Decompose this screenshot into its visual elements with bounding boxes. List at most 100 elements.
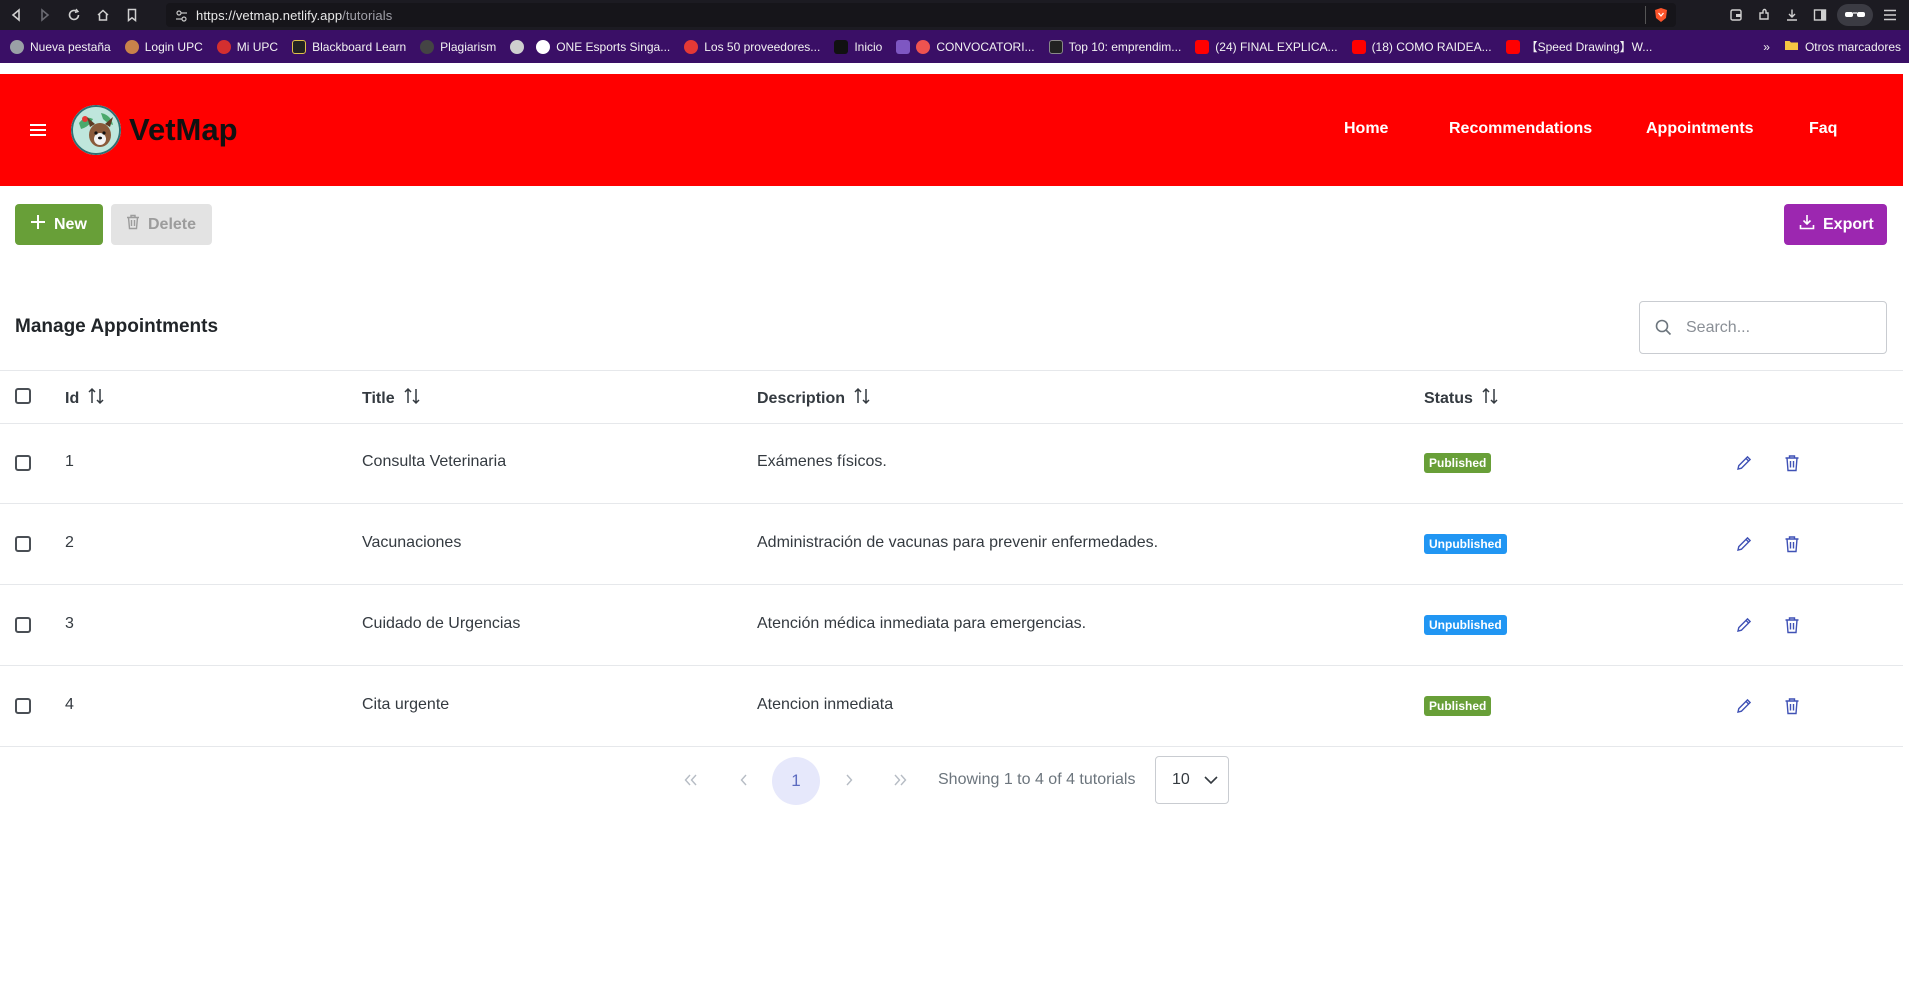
edit-icon[interactable] — [1733, 614, 1755, 636]
delete-row-icon[interactable] — [1781, 695, 1803, 717]
row-checkbox[interactable] — [15, 698, 31, 714]
sort-icon — [853, 387, 871, 410]
cell-description: Administración de vacunas para prevenir … — [757, 534, 1159, 551]
bookmark-item[interactable]: Login UPC — [124, 39, 203, 54]
bookmark-label: (18) COMO RAIDEA... — [1371, 39, 1492, 54]
table-row: 1 Consulta Veterinaria Exámenes físicos.… — [0, 423, 1903, 504]
bookmark-item[interactable]: (24) FINAL EXPLICA... — [1195, 39, 1338, 54]
bookmark-item[interactable] — [896, 39, 911, 54]
vetmap-logo[interactable] — [71, 105, 121, 155]
rows-per-page-value: 10 — [1172, 771, 1190, 788]
bookmark-item[interactable]: ONE Esports Singa... — [536, 39, 670, 54]
column-header-status[interactable]: Status — [1424, 387, 1499, 410]
nav-appointments[interactable]: Appointments — [1646, 120, 1754, 138]
wallet-icon[interactable] — [1725, 4, 1747, 26]
row-checkbox[interactable] — [15, 536, 31, 552]
rows-per-page-dropdown[interactable]: 10 — [1155, 756, 1229, 804]
bookmark-item[interactable]: Blackboard Learn — [292, 39, 407, 54]
url-text: https://vetmap.netlify.app/tutorials — [196, 8, 392, 23]
search-input[interactable] — [1684, 317, 1868, 338]
column-label: Description — [757, 389, 846, 407]
more-bookmarks-button[interactable]: » — [1763, 40, 1770, 54]
bookmark-label: Los 50 proveedores... — [704, 39, 821, 54]
status-badge: Unpublished — [1424, 534, 1507, 554]
sort-icon — [403, 387, 421, 410]
sidebar-icon[interactable] — [1809, 4, 1831, 26]
bookmark-icon[interactable] — [119, 2, 145, 28]
download-icon[interactable] — [1781, 4, 1803, 26]
cell-description: Exámenes físicos. — [757, 453, 887, 470]
bookmark-item[interactable]: Mi UPC — [216, 39, 278, 54]
export-button[interactable]: Export — [1784, 204, 1887, 245]
column-header-id[interactable]: Id — [65, 387, 105, 410]
cell-id: 3 — [65, 615, 74, 632]
edit-icon[interactable] — [1733, 533, 1755, 555]
column-header-description[interactable]: Description — [757, 387, 871, 410]
cell-title: Cita urgente — [362, 696, 450, 713]
bookmark-label: Login UPC — [144, 39, 203, 54]
next-page-icon[interactable] — [826, 757, 872, 803]
bookmark-label: CONVOCATORI... — [936, 39, 1035, 54]
other-bookmarks-label: Otros marcadores — [1804, 39, 1901, 54]
prev-page-icon[interactable] — [721, 757, 767, 803]
bookmark-item[interactable]: Top 10: emprendim... — [1048, 39, 1181, 54]
brave-shield-icon[interactable] — [1654, 7, 1668, 28]
brand-name[interactable]: VetMap — [129, 112, 238, 148]
bookmark-favicon — [896, 39, 911, 54]
home-icon[interactable] — [90, 2, 116, 28]
hamburger-menu-icon[interactable] — [29, 122, 47, 138]
edit-icon[interactable] — [1733, 695, 1755, 717]
delete-row-icon[interactable] — [1781, 533, 1803, 555]
bookmark-label: Blackboard Learn — [312, 39, 407, 54]
delete-row-icon[interactable] — [1781, 452, 1803, 474]
reload-icon[interactable] — [61, 2, 87, 28]
bookmark-item[interactable]: Los 50 proveedores... — [684, 39, 821, 54]
back-icon[interactable] — [3, 2, 29, 28]
bookmark-favicon — [292, 39, 307, 54]
column-label: Status — [1424, 389, 1473, 407]
nav-home[interactable]: Home — [1344, 120, 1388, 138]
first-page-icon[interactable] — [668, 757, 714, 803]
browser-toolbar: https://vetmap.netlify.app/tutorials — [0, 0, 1909, 30]
bookmark-item[interactable] — [510, 39, 525, 54]
bookmark-item[interactable]: 【Speed Drawing】W... — [1505, 38, 1652, 55]
bookmark-favicon — [916, 39, 931, 54]
bookmark-favicon — [420, 39, 435, 54]
nav-faq[interactable]: Faq — [1809, 120, 1837, 138]
table-row: 3 Cuidado de Urgencias Atención médica i… — [0, 585, 1903, 666]
pagination-info: Showing 1 to 4 of 4 tutorials — [938, 771, 1136, 788]
bookmarks-overflow: » Otros marcadores — [1763, 30, 1901, 63]
delete-row-icon[interactable] — [1781, 614, 1803, 636]
bookmark-item[interactable]: Inicio — [834, 39, 882, 54]
forward-icon[interactable] — [32, 2, 58, 28]
site-info-icon[interactable] — [175, 9, 188, 27]
select-all-checkbox[interactable] — [15, 388, 31, 404]
cell-description: Atención médica inmediata para emergenci… — [757, 615, 1087, 632]
bookmark-favicon — [834, 39, 849, 54]
current-page-button[interactable]: 1 — [772, 757, 820, 805]
address-bar[interactable]: https://vetmap.netlify.app/tutorials — [166, 3, 1676, 27]
nav-recommendations[interactable]: Recommendations — [1449, 120, 1592, 138]
new-button[interactable]: New — [15, 204, 103, 245]
cell-title: Cuidado de Urgencias — [362, 615, 521, 632]
browser-menu-icon[interactable] — [1879, 4, 1901, 26]
row-checkbox[interactable] — [15, 617, 31, 633]
last-page-icon[interactable] — [877, 757, 923, 803]
other-bookmarks-folder[interactable]: Otros marcadores — [1784, 39, 1901, 54]
row-checkbox[interactable] — [15, 455, 31, 471]
cell-title: Vacunaciones — [362, 534, 462, 551]
delete-button[interactable]: Delete — [111, 204, 212, 245]
bookmark-item[interactable]: Nueva pestaña — [10, 39, 111, 54]
extensions-icon[interactable] — [1753, 4, 1775, 26]
bookmark-label: Plagiarism — [440, 39, 497, 54]
bookmark-item[interactable]: (18) COMO RAIDEA... — [1351, 39, 1492, 54]
edit-icon[interactable] — [1733, 452, 1755, 474]
profile-icon[interactable] — [1837, 4, 1873, 26]
bookmark-item[interactable]: CONVOCATORI... — [916, 39, 1035, 54]
bookmark-favicon — [536, 39, 551, 54]
bookmark-favicon — [1048, 39, 1063, 54]
search-field[interactable] — [1639, 301, 1887, 354]
bookmark-item[interactable]: Plagiarism — [420, 39, 497, 54]
new-button-label: New — [54, 215, 87, 233]
column-header-title[interactable]: Title — [362, 387, 421, 410]
